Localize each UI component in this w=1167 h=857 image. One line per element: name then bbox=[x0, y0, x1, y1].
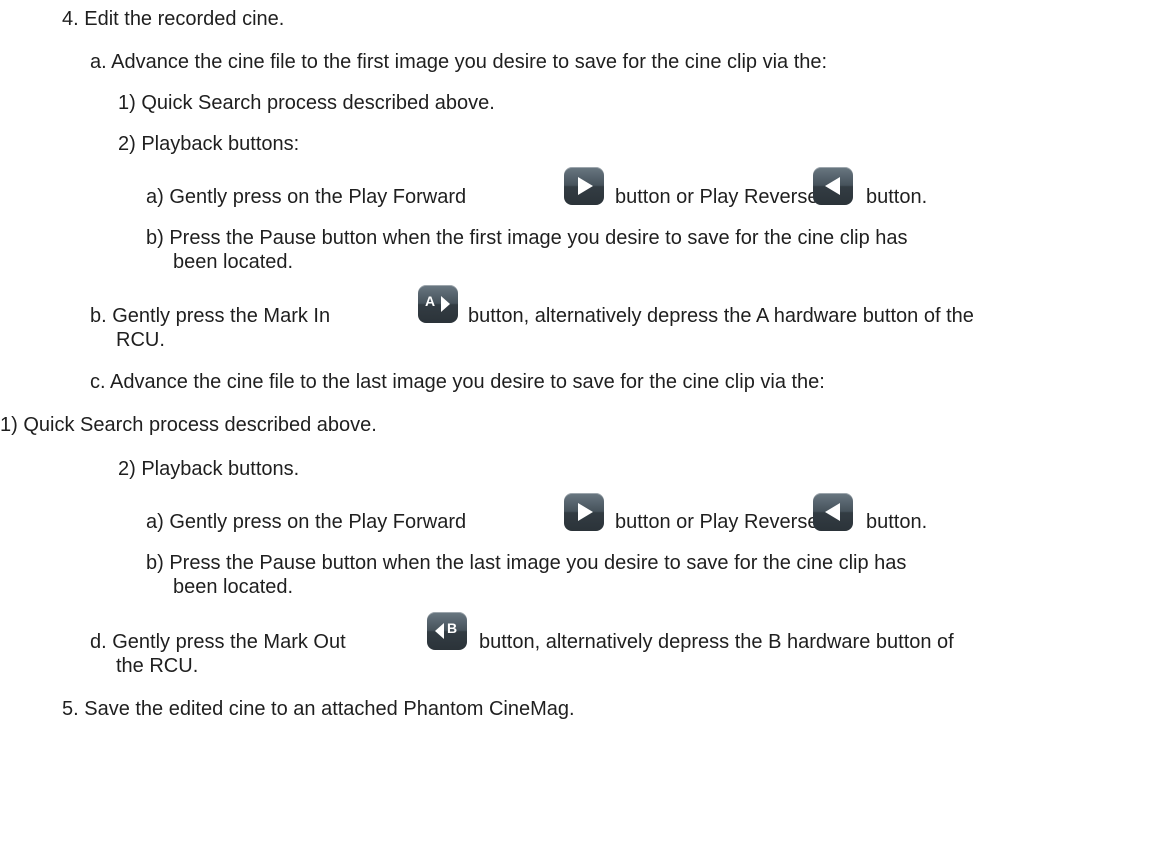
step-4b-line2: RCU. bbox=[116, 329, 165, 351]
step-4-heading: 4. Edit the recorded cine. bbox=[62, 8, 285, 30]
step-4b-prefix: b. Gently press the Mark In bbox=[90, 305, 331, 327]
step-4a2b-line2: been located. bbox=[173, 251, 294, 273]
play-reverse-icon bbox=[813, 167, 853, 205]
play-forward-icon bbox=[564, 167, 604, 205]
step-5-heading: 5. Save the edited cine to an attached P… bbox=[62, 698, 575, 720]
step-4c-text: c. Advance the cine file to the last ima… bbox=[90, 371, 825, 393]
mark-in-icon: A bbox=[418, 285, 458, 323]
step-4c1-text: 1) Quick Search process described above. bbox=[0, 414, 377, 436]
step-4d-prefix: d. Gently press the Mark Out bbox=[90, 631, 346, 653]
step-4a2-text: 2) Playback buttons: bbox=[118, 133, 300, 155]
step-4c2a-prefix: a) Gently press on the Play Forward bbox=[146, 511, 467, 533]
step-4a-text: a. Advance the cine file to the first im… bbox=[90, 51, 828, 73]
step-4a1-text: 1) Quick Search process described above. bbox=[118, 92, 495, 114]
step-4c2a-middle: button or Play Reverse bbox=[615, 511, 819, 533]
step-4d-suffix: button, alternatively depress the B hard… bbox=[479, 631, 954, 653]
step-4a2a-suffix: button. bbox=[866, 186, 928, 208]
mark-out-icon: B bbox=[427, 612, 467, 650]
step-4d-line2: the RCU. bbox=[116, 655, 199, 677]
step-4c2-text: 2) Playback buttons. bbox=[118, 458, 300, 480]
step-4c2a-suffix: button. bbox=[866, 511, 928, 533]
step-4c2b-line2: been located. bbox=[173, 576, 294, 598]
play-forward-icon bbox=[564, 493, 604, 531]
step-4b-suffix: button, alternatively depress the A hard… bbox=[468, 305, 974, 327]
step-4a2b-line1: b) Press the Pause button when the first… bbox=[146, 227, 908, 249]
play-reverse-icon bbox=[813, 493, 853, 531]
step-4a2a-prefix: a) Gently press on the Play Forward bbox=[146, 186, 467, 208]
step-4c2b-line1: b) Press the Pause button when the last … bbox=[146, 552, 907, 574]
step-4a2a-middle: button or Play Reverse bbox=[615, 186, 819, 208]
